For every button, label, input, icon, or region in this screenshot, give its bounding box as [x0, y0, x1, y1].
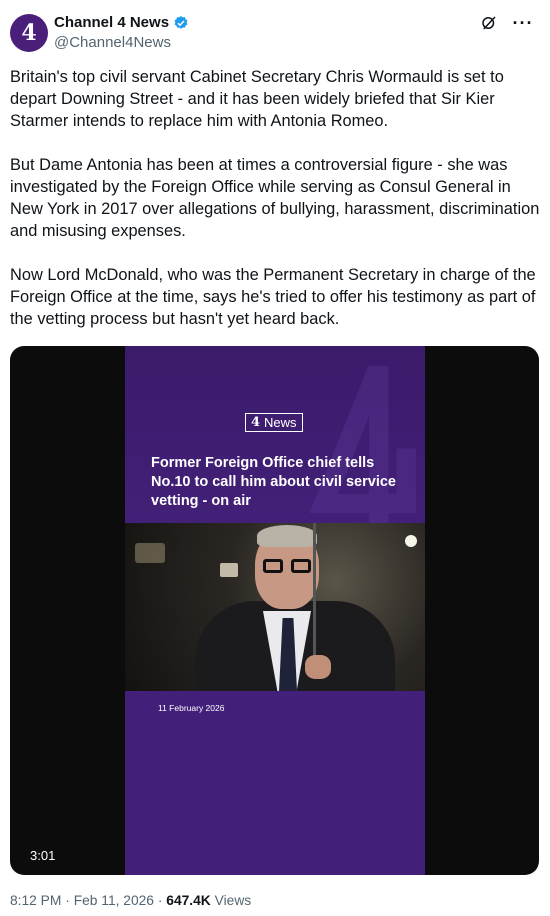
- news-badge-label: News: [264, 415, 297, 430]
- verified-badge-icon: [174, 16, 188, 29]
- display-name[interactable]: Channel 4 News: [54, 14, 169, 32]
- tweet-paragraph: Now Lord McDonald, who was the Permanent…: [10, 266, 536, 328]
- views-label: Views: [214, 893, 252, 908]
- more-icon[interactable]: ···: [512, 12, 534, 34]
- video-photo: [125, 523, 425, 691]
- avatar[interactable]: 4: [10, 14, 48, 52]
- author-handle[interactable]: @Channel4News: [54, 34, 171, 52]
- video-headline: Former Foreign Office chief tells No.10 …: [151, 455, 396, 509]
- tweet-text: Britain's top civil servant Cabinet Secr…: [10, 66, 542, 352]
- news-badge: 4 News: [245, 413, 303, 432]
- meta-separator: ·: [65, 893, 70, 908]
- author-name-row: Channel 4 News: [54, 14, 189, 32]
- tweet-time[interactable]: 8:12 PM: [10, 893, 61, 908]
- tweet-paragraph: But Dame Antonia has been at times a con…: [10, 156, 540, 240]
- avatar-logo: 4: [21, 20, 37, 46]
- views-count: 647.4K: [166, 893, 211, 908]
- video-duration: 3:01: [30, 848, 56, 863]
- tweet-meta: 8:12 PM · Feb 11, 2026 · 647.4K Views: [10, 892, 251, 910]
- video-date: 11 February 2026: [158, 703, 225, 713]
- channel4-logo-icon: 4: [251, 415, 261, 430]
- video-player[interactable]: 4 News Former Foreign Office chief tells…: [10, 346, 539, 875]
- meta-separator: ·: [157, 893, 163, 908]
- tweet-date[interactable]: Feb 11, 2026: [74, 893, 154, 908]
- top-actions: ···: [478, 12, 534, 34]
- video-frame: 4 News Former Foreign Office chief tells…: [125, 346, 425, 875]
- tweet-paragraph: Britain's top civil servant Cabinet Secr…: [10, 68, 504, 130]
- grok-icon[interactable]: [478, 12, 500, 34]
